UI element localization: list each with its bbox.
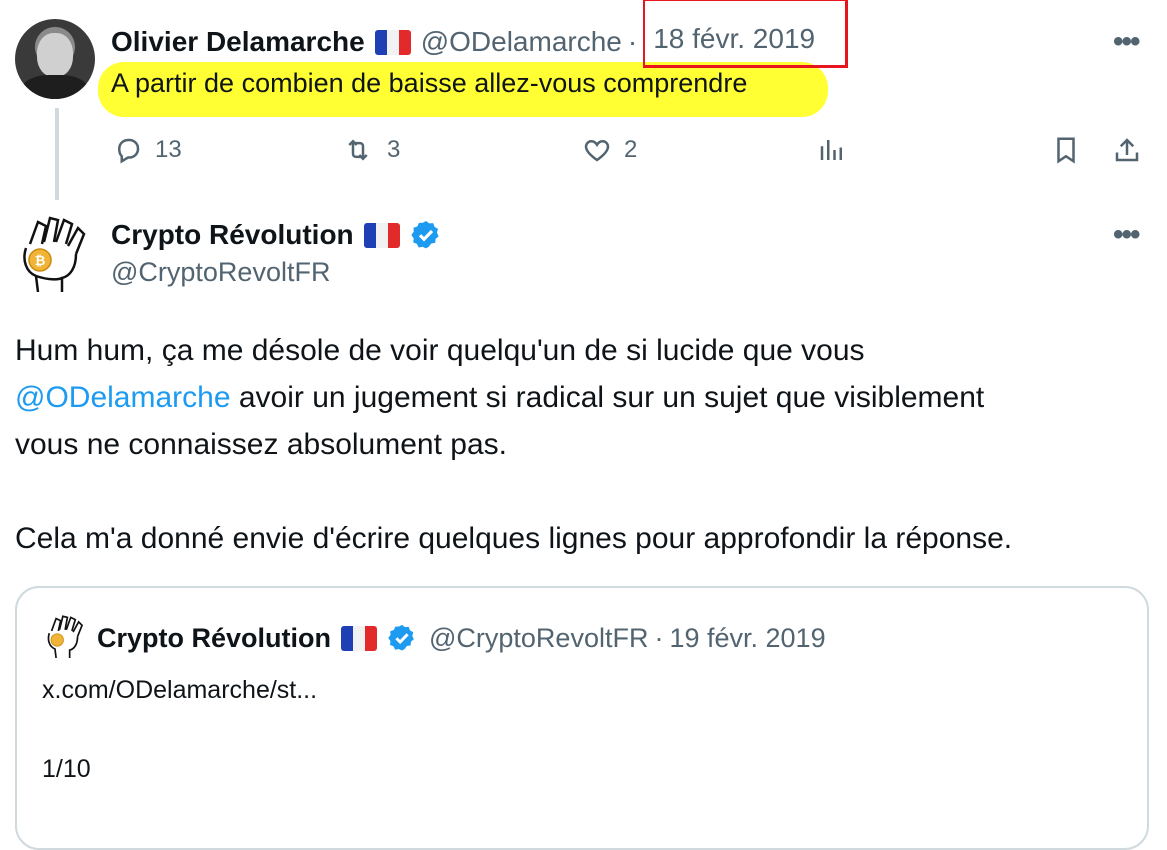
- share-icon: [1115, 138, 1139, 162]
- share-button[interactable]: [1112, 130, 1142, 170]
- verified-badge-icon: [411, 221, 439, 249]
- verified-badge-icon: [388, 624, 414, 651]
- retweet-button[interactable]: 3: [343, 130, 400, 170]
- thread-line: [55, 108, 59, 200]
- tweet-body: Hum hum, ça me désole de voir quelqu'un …: [15, 327, 1155, 562]
- mention-link[interactable]: @ODelamarche: [15, 381, 231, 414]
- display-name[interactable]: Crypto Révolution: [97, 623, 331, 654]
- views-button[interactable]: [817, 130, 847, 170]
- tweet-header: Crypto Révolution: [111, 215, 442, 255]
- svg-text:₿: ₿: [35, 254, 46, 269]
- french-flag-icon: [341, 625, 377, 651]
- like-button[interactable]: 2: [582, 130, 637, 170]
- tweet-header: Olivier Delamarche @ODelamarche · 18 fév…: [111, 0, 849, 68]
- separator: ·: [654, 622, 664, 653]
- handle[interactable]: @ODelamarche: [421, 26, 622, 58]
- retweet-count: 3: [387, 136, 401, 163]
- french-flag-icon: [374, 29, 411, 55]
- date-annotation-box: 18 févr. 2019: [643, 0, 849, 68]
- like-icon: [584, 139, 610, 162]
- retweet-icon: [348, 139, 368, 161]
- timestamp[interactable]: 18 févr. 2019: [653, 23, 815, 54]
- separator: ·: [627, 26, 638, 57]
- like-count: 2: [624, 136, 638, 163]
- timestamp[interactable]: 19 févr. 2019: [669, 623, 825, 654]
- more-options-icon[interactable]: •••: [1113, 25, 1140, 59]
- display-name[interactable]: Olivier Delamarche: [111, 26, 365, 58]
- handle[interactable]: @CryptoRevoltFR: [111, 257, 330, 288]
- reply-count: 13: [155, 136, 182, 163]
- fist-logo-avatar[interactable]: ₿: [18, 214, 86, 292]
- handle[interactable]: @CryptoRevoltFR: [429, 623, 648, 654]
- fist-logo-avatar[interactable]: [44, 614, 84, 658]
- tweet-text: A partir de combien de baisse allez-vous…: [111, 68, 748, 98]
- reply-button[interactable]: 13: [113, 130, 182, 170]
- display-name[interactable]: Crypto Révolution: [111, 219, 354, 251]
- more-options-icon[interactable]: •••: [1113, 218, 1140, 252]
- quoted-link-text[interactable]: x.com/ODelamarche/st...: [42, 676, 317, 705]
- tweet-text-line: Cela m'a donné envie d'écrire quelques l…: [15, 522, 1013, 555]
- avatar[interactable]: [15, 19, 95, 99]
- bookmark-button[interactable]: [1051, 130, 1081, 170]
- quoted-tweet-header: Crypto Révolution @CryptoRevoltFR · 19 f…: [97, 618, 826, 658]
- thread-counter: 1/10: [42, 755, 91, 783]
- tweet-text-line: Hum hum, ça me désole de voir quelqu'un …: [15, 334, 865, 367]
- bookmark-icon: [1057, 137, 1075, 164]
- tweet-text-line: vous ne connaissez absolument pas.: [15, 428, 507, 461]
- tweet-text-line: avoir un jugement si radical sur un suje…: [230, 381, 985, 414]
- french-flag-icon: [363, 222, 400, 248]
- views-icon: [820, 140, 842, 160]
- reply-icon: [117, 138, 140, 164]
